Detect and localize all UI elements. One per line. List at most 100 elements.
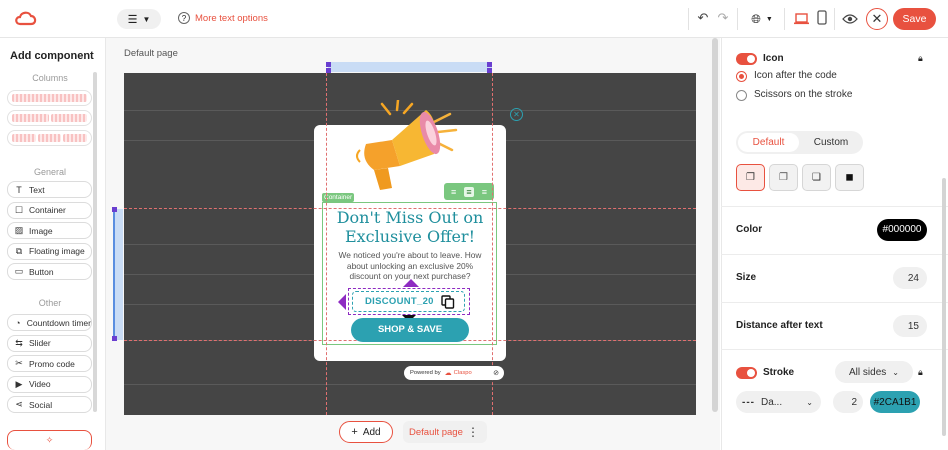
scissors-on-stroke-label: Scissors on the stroke <box>754 89 853 100</box>
redo-icon[interactable]: ↷ <box>715 10 731 26</box>
handle-dot[interactable] <box>487 62 492 67</box>
megaphone-image[interactable] <box>352 98 464 195</box>
component-label: Social <box>29 399 53 410</box>
lock-icon[interactable]: 🔒︎ <box>918 367 923 378</box>
page-selector[interactable]: Default page ⋮ <box>403 421 487 443</box>
component-text[interactable]: T Text <box>7 181 92 198</box>
handle-dot[interactable] <box>326 62 331 67</box>
page-label: Default page <box>124 48 178 59</box>
component-label: Floating image <box>29 246 85 256</box>
component-video[interactable]: ▶ Video <box>7 375 92 393</box>
distance-label: Distance after text <box>736 320 823 331</box>
component-social[interactable]: ⋖ Social <box>7 396 92 413</box>
stroke-style-dropdown[interactable]: --- Da... ⌄ <box>736 391 821 413</box>
text-align-dropdown[interactable]: ☰ ▼ <box>117 9 161 29</box>
top-toolbar: ☰ ▼ ? More text options ↶ ↷ 🌐︎ ▼ ✕ Save <box>0 0 948 38</box>
stroke-label: Stroke <box>763 367 795 378</box>
preview-eye-icon[interactable] <box>842 12 858 24</box>
divider <box>721 206 948 207</box>
column-layout-2[interactable] <box>7 110 92 126</box>
component-label: Promo code <box>29 358 75 369</box>
resize-handle-left[interactable] <box>113 209 123 340</box>
stroke-sides-value: All sides <box>849 366 887 378</box>
scissors-on-stroke-radio[interactable] <box>736 90 747 101</box>
icon-label: Icon <box>763 53 784 64</box>
size-input[interactable]: 24 <box>893 267 927 289</box>
page-selector-label: Default page <box>409 426 463 438</box>
icon-after-code-radio[interactable] <box>736 71 747 82</box>
video-icon: ▶ <box>15 378 23 389</box>
component-countdown[interactable]: ◔ Countdown timer <box>7 314 92 331</box>
close-editor-button[interactable]: ✕ <box>866 8 888 30</box>
divider <box>721 302 948 303</box>
component-floating-image[interactable]: ⧉ Floating image <box>7 242 92 260</box>
save-button[interactable]: Save <box>893 8 936 30</box>
mobile-view-icon[interactable] <box>817 10 827 25</box>
ai-generate-button[interactable]: ✧ <box>7 430 92 450</box>
copy-outline-icon: ❐ <box>746 172 755 183</box>
settings-scrollbar[interactable] <box>942 178 946 436</box>
panel-scrollbar[interactable] <box>93 72 97 412</box>
popup-close-icon[interactable]: ✕ <box>510 108 523 121</box>
hide-eye-icon[interactable]: ⊘ <box>493 369 499 377</box>
align-center-icon[interactable]: ≡ <box>464 186 474 197</box>
image-icon: ▨ <box>14 225 24 235</box>
lock-icon[interactable]: 🔒︎ <box>918 53 923 64</box>
stroke-toggle[interactable] <box>736 367 757 379</box>
language-dropdown[interactable]: 🌐︎ ▼ <box>745 10 779 28</box>
component-label: Text <box>29 184 45 195</box>
component-image[interactable]: ▨ Image <box>7 222 92 239</box>
align-right-icon[interactable]: ≡ <box>482 187 487 197</box>
guide-line <box>326 73 327 415</box>
add-page-button[interactable]: + Add <box>339 421 393 443</box>
claspo-logo-icon[interactable] <box>14 9 38 29</box>
distance-input[interactable]: 15 <box>893 315 927 337</box>
other-section-label: Other <box>38 298 62 308</box>
close-icon: ✕ <box>871 11 883 26</box>
icon-style-1[interactable]: ❐ <box>736 164 765 191</box>
component-slider[interactable]: ⇆ Slider <box>7 334 92 352</box>
stroke-color-value[interactable]: #2CA1B1 <box>870 391 920 413</box>
icon-style-3[interactable]: ❏ <box>802 164 831 191</box>
body-text[interactable]: We noticed you're about to leave. How ab… <box>331 250 489 282</box>
color-label: Color <box>736 224 763 235</box>
component-promo-code[interactable]: ✂ Promo code <box>7 355 92 372</box>
move-left-handle[interactable] <box>338 294 346 310</box>
column-layout-1[interactable] <box>7 90 92 106</box>
container-icon: ☐ <box>14 204 24 215</box>
color-value[interactable]: #000000 <box>877 219 927 241</box>
handle-dot[interactable] <box>112 207 117 212</box>
icon-style-4[interactable]: ◼ <box>835 164 864 191</box>
powered-by-badge[interactable]: Powered by ☁ Claspo ⊘ <box>404 366 504 380</box>
icon-after-code-label: Icon after the code <box>754 70 837 81</box>
more-text-options[interactable]: ? More text options <box>178 12 268 24</box>
more-vertical-icon[interactable]: ⋮ <box>467 426 479 438</box>
alignment-toolbar[interactable]: ≡ ≡ ≡ <box>444 183 494 200</box>
handle-dot[interactable] <box>112 336 117 341</box>
tab-default[interactable]: Default <box>738 133 799 152</box>
floating-image-icon: ⧉ <box>15 245 23 256</box>
column-layout-3[interactable] <box>7 130 92 146</box>
icon-toggle[interactable] <box>736 53 757 65</box>
copy-solid-icon: ◼ <box>845 172 854 183</box>
chevron-down-icon: ▼ <box>142 14 151 24</box>
move-up-handle[interactable] <box>403 279 419 287</box>
shop-save-button[interactable]: SHOP & SAVE <box>351 318 469 342</box>
resize-handle-top[interactable] <box>328 62 492 72</box>
tab-custom[interactable]: Custom <box>801 133 861 152</box>
icon-style-2[interactable]: ❐ <box>769 164 798 191</box>
canvas-scrollbar[interactable] <box>712 38 718 412</box>
align-left-icon[interactable]: ≡ <box>451 187 456 197</box>
more-text-options-label: More text options <box>195 12 268 24</box>
divider <box>784 8 785 30</box>
component-container[interactable]: ☐ Container <box>7 201 92 219</box>
stroke-sides-dropdown[interactable]: All sides ⌄ <box>835 361 913 383</box>
stroke-width-input[interactable]: 2 <box>833 391 863 413</box>
undo-icon[interactable]: ↶ <box>695 10 711 26</box>
copy-icon[interactable] <box>441 295 455 309</box>
component-button[interactable]: ▭ Button <box>7 263 92 280</box>
headline[interactable]: Don't Miss Out on Exclusive Offer! <box>330 208 490 246</box>
desktop-view-icon[interactable] <box>794 12 809 25</box>
divider <box>721 349 948 350</box>
promo-code-box[interactable]: DISCOUNT_20 <box>352 291 465 312</box>
